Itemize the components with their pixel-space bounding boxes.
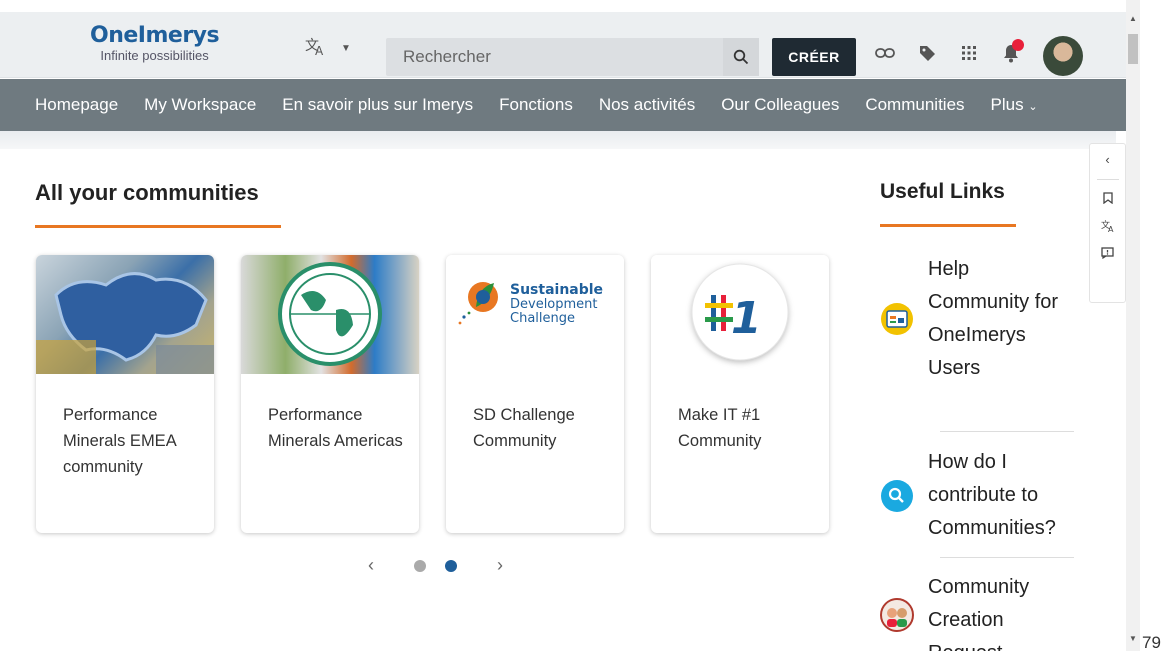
- useful-links-title: Useful Links: [880, 180, 1005, 203]
- community-image: [241, 255, 419, 374]
- banner-strip: [0, 131, 1116, 149]
- notification-badge: [1012, 39, 1024, 51]
- sd-logo-line-2: Development: [510, 297, 598, 312]
- nav-item-communities[interactable]: Communities: [865, 95, 964, 115]
- page-scrollbar[interactable]: ▲ ▼: [1126, 0, 1140, 651]
- bookmark-icon[interactable]: [1102, 192, 1113, 207]
- divider: [940, 431, 1074, 432]
- useful-link-label: Community Creation Request: [928, 576, 1030, 651]
- community-title: Performance Minerals EMEA community: [63, 406, 176, 476]
- tag-icon[interactable]: [916, 42, 938, 64]
- main-nav: Homepage My Workspace En savoir plus sur…: [0, 79, 1126, 131]
- people-icon: [880, 571, 928, 632]
- community-carousel: Performance Minerals EMEA community Perf…: [36, 255, 829, 533]
- useful-link-contribute[interactable]: How do I contribute to Communities?: [880, 446, 1075, 545]
- community-image: [36, 255, 214, 374]
- chevron-down-icon: ▼: [341, 43, 351, 54]
- scroll-down-icon[interactable]: ▼: [1129, 634, 1137, 643]
- page-number: 79: [1142, 633, 1161, 651]
- create-button[interactable]: CRÉER: [772, 38, 856, 76]
- divider: [940, 557, 1074, 558]
- search-icon: [880, 479, 928, 513]
- make-it-badge: 1: [731, 293, 762, 344]
- section-title: All your communities: [35, 180, 259, 205]
- scrollbar-thumb[interactable]: [1128, 34, 1138, 64]
- community-card[interactable]: Performance Minerals EMEA community: [36, 255, 214, 533]
- search-button[interactable]: [723, 38, 759, 76]
- title-underline: [35, 225, 281, 228]
- screen-icon: [880, 302, 928, 336]
- nav-item-fonctions[interactable]: Fonctions: [499, 95, 573, 115]
- scroll-up-icon[interactable]: ▲: [1129, 14, 1137, 23]
- useful-link-creation-request[interactable]: Community Creation Request: [880, 571, 1075, 651]
- nav-item-our-colleagues[interactable]: Our Colleagues: [721, 95, 839, 115]
- divider: [1096, 179, 1119, 180]
- chevron-left-icon[interactable]: ‹: [368, 555, 374, 576]
- useful-link-label: How do I contribute to Communities?: [928, 451, 1056, 539]
- useful-link-label: Help Community for OneImerys Users: [928, 258, 1059, 379]
- nav-item-en-savoir-plus[interactable]: En savoir plus sur Imerys: [282, 95, 473, 115]
- collapse-panel-button[interactable]: ‹: [1105, 152, 1109, 167]
- language-selector[interactable]: 文A ▼: [305, 36, 351, 61]
- user-avatar[interactable]: [1043, 36, 1083, 76]
- side-tools-panel: ‹ 文A: [1089, 143, 1126, 303]
- community-title: Make IT #1 Community: [678, 406, 762, 450]
- useful-links-underline: [880, 224, 1016, 227]
- chevron-down-icon: ⌄: [1028, 101, 1038, 113]
- chevron-right-icon[interactable]: ›: [497, 555, 503, 576]
- community-image: 1: [651, 255, 829, 374]
- pager-dot[interactable]: [414, 559, 426, 572]
- apps-grid-icon[interactable]: [958, 42, 980, 64]
- search-input[interactable]: [386, 38, 724, 76]
- brand-tagline: Infinite possibilities: [100, 48, 209, 63]
- brand-name: OneImerys: [90, 23, 220, 48]
- translate-icon: 文A: [305, 36, 327, 61]
- community-card[interactable]: Performance Minerals Americas: [241, 255, 419, 533]
- nav-more-label: Plus: [990, 95, 1024, 114]
- search-bar: [386, 38, 759, 76]
- link-icon[interactable]: [874, 42, 896, 64]
- search-icon: [733, 49, 749, 65]
- nav-item-my-workspace[interactable]: My Workspace: [144, 95, 256, 115]
- community-title: SD Challenge Community: [473, 406, 575, 450]
- toolbar-icons: [874, 39, 1024, 64]
- feedback-icon[interactable]: [1101, 247, 1114, 262]
- top-header: OneImerys Infinite possibilities 文A ▼ CR…: [0, 12, 1126, 78]
- notifications-button[interactable]: [1000, 39, 1024, 64]
- site-logo[interactable]: OneImerys Infinite possibilities: [90, 23, 220, 64]
- svg-text:A: A: [1108, 225, 1114, 232]
- sd-logo-line-1: Sustainable: [510, 282, 603, 298]
- community-card[interactable]: Sustainable Development Challenge SD Cha…: [446, 255, 624, 533]
- nav-item-nos-activites[interactable]: Nos activités: [599, 95, 695, 115]
- community-title: Performance Minerals Americas: [268, 406, 403, 450]
- sd-logo-line-3: Challenge: [510, 311, 575, 326]
- community-image: Sustainable Development Challenge: [446, 255, 624, 374]
- community-card[interactable]: 1 Make IT #1 Community: [651, 255, 829, 533]
- translate-icon[interactable]: 文A: [1101, 219, 1115, 235]
- pager-dot-active[interactable]: [445, 559, 457, 572]
- nav-item-homepage[interactable]: Homepage: [35, 95, 118, 115]
- app-root: OneImerys Infinite possibilities 文A ▼ CR…: [0, 0, 1168, 651]
- nav-more-menu[interactable]: Plus ⌄: [991, 95, 1038, 115]
- carousel-pager: ‹ ›: [368, 555, 503, 576]
- useful-link-help-community[interactable]: Help Community for OneImerys Users: [880, 253, 1075, 385]
- svg-text:A: A: [315, 44, 324, 56]
